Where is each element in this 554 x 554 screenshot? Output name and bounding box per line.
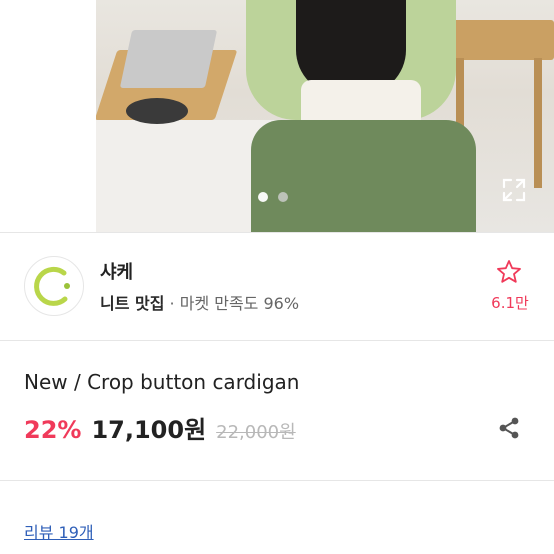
discount-rate: 22% [24,416,82,444]
shop-category: 니트 맛집 [100,294,165,313]
shop-tagline: 니트 맛집 · 마켓 만족도 96% [100,290,299,314]
original-price: 22,000원 [216,422,296,443]
sale-price: 17,100원 [91,416,207,444]
tag-separator: · [164,294,180,313]
star-outline-icon[interactable] [495,258,523,286]
shop-name[interactable]: 샤케 [100,258,133,284]
market-satisfaction: 마켓 만족도 96% [179,294,300,313]
shop-logo-icon [34,266,70,306]
photo-mousepad [126,98,188,124]
photo-shelf-leg [534,58,542,188]
carousel-dot[interactable] [278,192,288,202]
product-image-carousel[interactable] [0,0,554,232]
carousel-indicator [258,192,288,202]
divider [0,232,554,233]
shop-logo[interactable] [24,256,84,316]
divider [0,340,554,341]
photo-shelf [446,20,554,60]
shop-info-row[interactable] [0,240,554,335]
like-count: 6.1만 [491,294,529,312]
photo-laptop [119,30,218,88]
carousel-dot-active[interactable] [258,192,268,202]
reviews-link[interactable]: 리뷰 19개 [24,519,94,543]
share-icon[interactable] [496,415,522,441]
divider [0,480,554,481]
price-line: 22% 17,100원 22,000원 [24,410,296,445]
photo-pants [251,120,476,232]
expand-icon[interactable] [500,176,528,204]
product-photo[interactable] [96,0,554,232]
product-title: New / Crop button cardigan [24,370,300,394]
